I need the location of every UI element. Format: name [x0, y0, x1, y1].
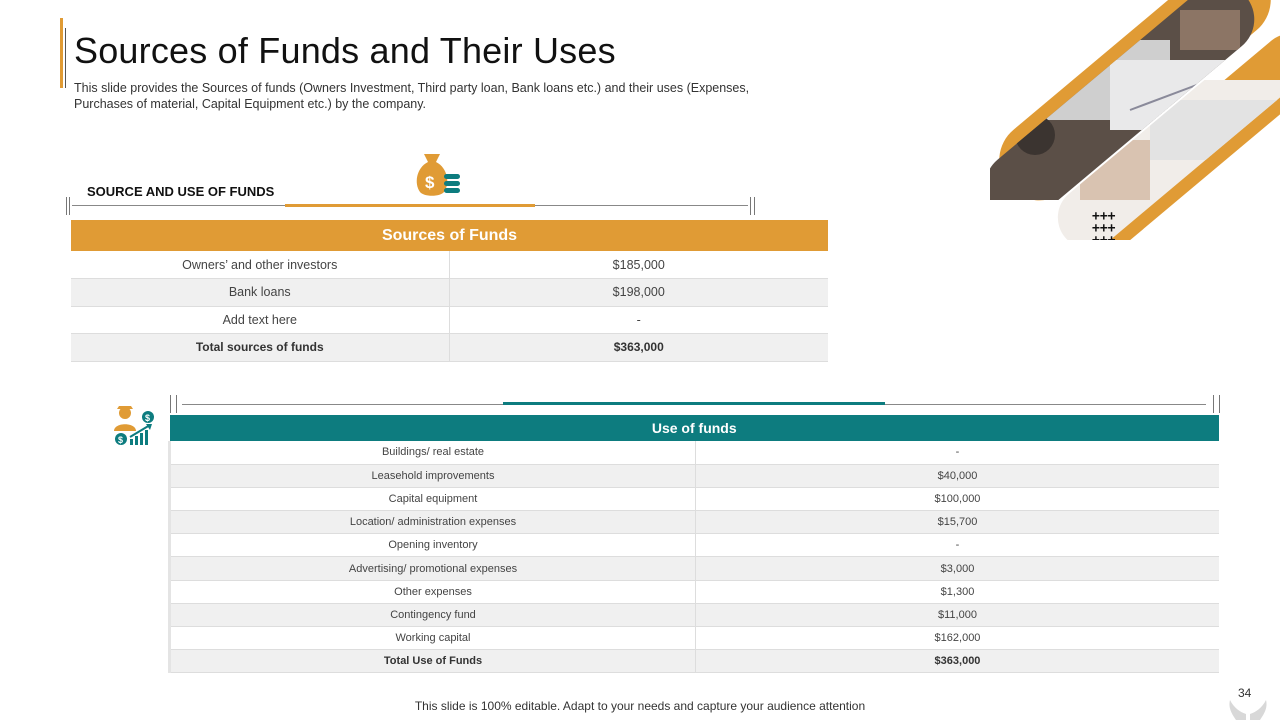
table-row: Owners’ and other investors $185,000	[71, 251, 828, 279]
page-subtitle: This slide provides the Sources of funds…	[74, 81, 750, 111]
row-label: Bank loans	[71, 278, 450, 307]
row-label: Opening inventory	[168, 533, 696, 558]
row-value: $15,700	[695, 510, 1219, 535]
total-label: Total sources of funds	[71, 333, 450, 362]
row-value: $100,000	[695, 487, 1219, 512]
table-row: Capital equipment $100,000	[168, 487, 1219, 512]
row-value: -	[695, 441, 1219, 465]
sources-table-title: Sources of Funds	[71, 220, 828, 251]
row-label: Owners’ and other investors	[71, 251, 450, 279]
row-label: Add text here	[71, 306, 450, 334]
row-value: -	[449, 306, 828, 334]
table-total-row: Total sources of funds $363,000	[71, 333, 828, 362]
table-row: Advertising/ promotional expenses $3,000	[168, 556, 1219, 581]
row-label: Working capital	[168, 626, 696, 651]
table-row: Buildings/ real estate -	[168, 441, 1219, 465]
divider	[1219, 395, 1220, 413]
divider	[176, 395, 177, 413]
divider	[69, 197, 70, 215]
section-rule-accent	[503, 402, 885, 405]
hands-icon	[1229, 700, 1267, 720]
table-row: Working capital $162,000	[168, 626, 1219, 651]
uses-table: Use of funds Buildings/ real estate - Le…	[168, 415, 1219, 674]
row-value: $185,000	[449, 251, 828, 279]
row-label: Buildings/ real estate	[168, 441, 696, 465]
title-accent-bar	[60, 18, 63, 88]
divider	[754, 197, 755, 215]
plus-pattern-icon: +++ +++ +++	[1092, 209, 1116, 240]
decorative-photo-collage: +++ +++ +++	[990, 0, 1280, 240]
uses-table-title: Use of funds	[169, 415, 1219, 441]
table-total-row: Total Use of Funds $363,000	[168, 649, 1219, 674]
money-bag-icon: $	[416, 154, 460, 196]
table-row: Bank loans $198,000	[71, 278, 828, 307]
title-accent-line	[65, 28, 66, 88]
footer-note: This slide is 100% editable. Adapt to yo…	[414, 699, 866, 713]
row-label: Location/ administration expenses	[168, 510, 696, 535]
divider	[170, 395, 171, 413]
row-value: $162,000	[695, 626, 1219, 651]
page-title: Sources of Funds and Their Uses	[74, 30, 616, 71]
table-row: Opening inventory -	[168, 533, 1219, 558]
row-label: Leasehold improvements	[168, 464, 696, 488]
divider	[750, 197, 751, 215]
svg-text:$: $	[425, 173, 435, 192]
row-value: -	[695, 533, 1219, 558]
table-row: Leasehold improvements $40,000	[168, 464, 1219, 488]
sources-table: Sources of Funds Owners’ and other inves…	[71, 220, 828, 362]
investor-growth-icon: $ $	[114, 406, 154, 445]
table-row: Other expenses $1,300	[168, 580, 1219, 604]
row-label: Capital equipment	[168, 487, 696, 512]
divider	[1213, 395, 1214, 413]
section-rule-accent	[285, 204, 535, 207]
row-value: $3,000	[695, 556, 1219, 581]
row-label: Contingency fund	[168, 603, 696, 628]
table-row: Location/ administration expenses $15,70…	[168, 510, 1219, 535]
svg-text:+++: +++	[1092, 233, 1116, 240]
total-value: $363,000	[695, 649, 1219, 674]
svg-text:$: $	[145, 413, 150, 423]
divider	[66, 197, 67, 215]
table-row: Contingency fund $11,000	[168, 603, 1219, 628]
row-value: $198,000	[449, 278, 828, 307]
row-label: Advertising/ promotional expenses	[168, 556, 696, 581]
row-value: $1,300	[695, 580, 1219, 604]
section-label: SOURCE AND USE OF FUNDS	[87, 184, 275, 199]
row-value: $40,000	[695, 464, 1219, 488]
total-label: Total Use of Funds	[168, 649, 696, 674]
row-value: $11,000	[695, 603, 1219, 628]
table-row: Add text here -	[71, 306, 828, 334]
row-label: Other expenses	[168, 580, 696, 604]
total-value: $363,000	[449, 333, 828, 362]
svg-text:$: $	[118, 435, 123, 445]
